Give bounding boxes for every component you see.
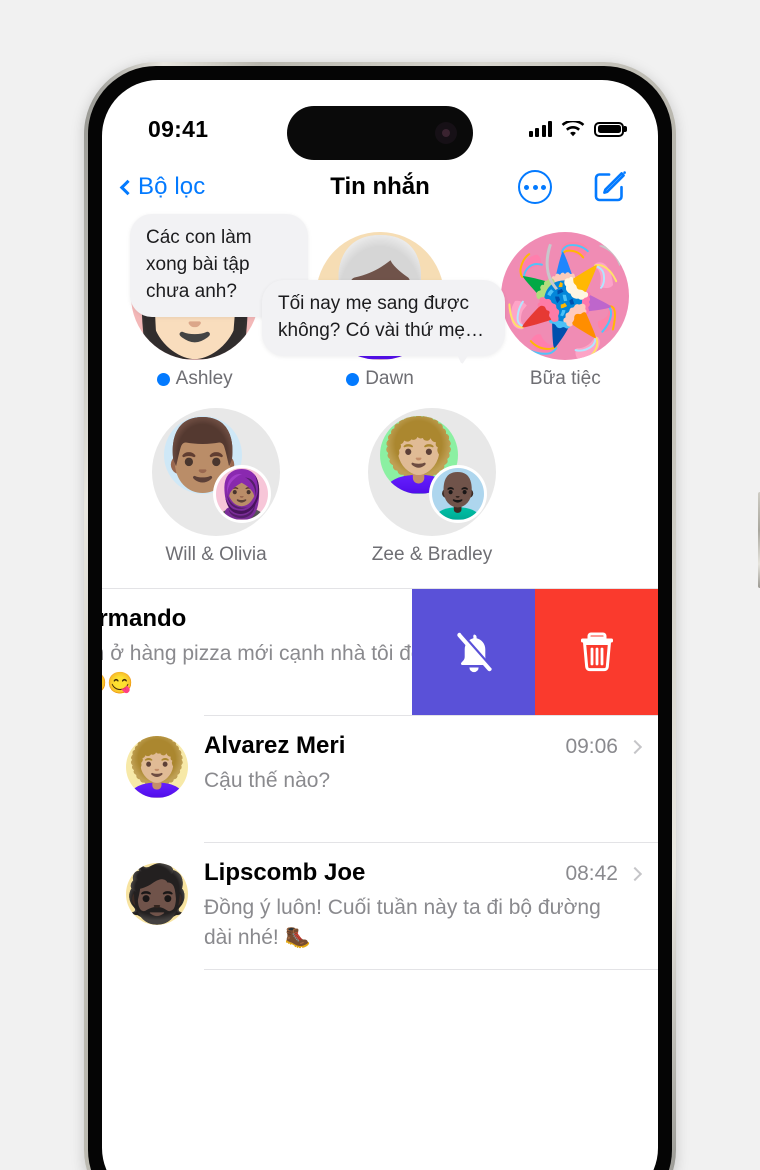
pinned-item-zee-bradley[interactable]: 👩🏼‍🦱 👨🏿‍🦲 Zee & Bradley — [352, 408, 512, 566]
memoji-glyph: 👩🏼‍🦱 — [126, 736, 188, 798]
navigation-bar: Bộ lọc Tin nhắn — [102, 156, 658, 218]
pinned-item-label: Ashley — [175, 368, 233, 389]
group-avatar-secondary: 🧕🏽 — [216, 468, 268, 520]
pinned-item-label-wrap: Will & Olivia — [136, 544, 296, 566]
conversation-preview: Đồng ý luôn! Cuối tuần này ta đi bộ đườn… — [204, 896, 601, 949]
dynamic-island — [287, 106, 473, 160]
delete-button[interactable] — [535, 589, 658, 715]
avatar: 🪅 — [501, 232, 630, 360]
pinned-item-will-olivia[interactable]: 👨🏽 🧕🏽 Will & Olivia — [136, 408, 296, 566]
avatar: 👩🏼‍🦱 — [126, 736, 188, 798]
battery-full-icon — [594, 121, 624, 137]
memoji-glyph: 👨🏿‍🦲 — [432, 468, 484, 520]
wifi-icon — [561, 120, 585, 136]
status-bar: 09:41 — [102, 80, 658, 160]
conversation-meta: 08:42 — [565, 862, 643, 886]
conversation-name: Armando — [102, 605, 187, 632]
conversation-list: 🧑🏽 Armando 09:11 ăn ở — [102, 588, 658, 970]
compose-square-pencil-icon[interactable] — [590, 168, 628, 206]
pinned-row-2: 👨🏽 🧕🏽 Will & Olivia — [102, 408, 658, 566]
unread-dot — [156, 372, 170, 386]
conversation-header: Lipscomb Joe 08:42 — [204, 859, 643, 887]
back-button-filters[interactable]: Bộ lọc — [118, 173, 205, 201]
list-separator — [204, 969, 658, 970]
bell-slash-icon — [456, 632, 493, 673]
table-row[interactable]: 🧑🏽 Armando 09:11 ăn ở — [102, 589, 658, 715]
mute-button[interactable] — [412, 589, 535, 715]
pinned-item-label: Will & Olivia — [165, 544, 267, 565]
conversation-time: 09:06 — [565, 735, 618, 758]
conversation-name: Alvarez Meri — [204, 732, 346, 759]
swipe-actions — [412, 589, 658, 715]
phone-screen: 09:41 Bộ lọc Tin nhắn Ashley Dawn 🪅 Bữa … — [102, 80, 658, 1170]
conversation-name: Lipscomb Joe — [204, 859, 366, 886]
table-row[interactable]: 👩🏼‍🦱 Alvarez Meri 09:06 Cậu thế nào? — [102, 716, 658, 842]
pinned-conversations: 👩🏻 Ashley 👩🏿‍🦳 — [102, 214, 658, 572]
pinned-item-label-wrap: Bữa tiệc — [485, 368, 645, 390]
memoji-glyph: 🧕🏽 — [216, 468, 268, 520]
conversation-time: 08:42 — [565, 862, 618, 885]
preview-bubble-dawn: Tối nay mẹ sang được không? Có vài thứ m… — [262, 280, 505, 356]
pinned-row-1: 👩🏻 Ashley 👩🏿‍🦳 — [102, 214, 658, 390]
status-indicators — [528, 120, 624, 138]
avatar: 🧔🏿 — [126, 863, 188, 925]
screenshot-stage: 09:41 Bộ lọc Tin nhắn Ashley Dawn 🪅 Bữa … — [0, 0, 760, 1170]
group-avatar: 👩🏼‍🦱 👨🏿‍🦲 — [368, 408, 496, 536]
pinned-item-label: Dawn — [365, 368, 414, 389]
conversation-meta: 09:06 — [565, 735, 643, 759]
phone-bezel: 09:41 Bộ lọc Tin nhắn Ashley Dawn 🪅 Bữa … — [88, 66, 672, 1170]
pinned-item-label-wrap: Zee & Bradley — [352, 544, 512, 566]
pinned-item-label: Zee & Bradley — [371, 544, 493, 565]
group-avatar-secondary: 👨🏿‍🦲 — [432, 468, 484, 520]
conversation-header: Alvarez Meri 09:06 — [204, 732, 643, 760]
pinned-item-label: Bữa tiệc — [529, 368, 601, 389]
status-time: 09:41 — [148, 115, 209, 142]
chevron-right-icon — [627, 866, 643, 882]
pinned-item-label-wrap: Dawn — [300, 368, 460, 390]
phone-frame: 09:41 Bộ lọc Tin nhắn Ashley Dawn 🪅 Bữa … — [84, 62, 760, 1170]
front-camera-icon — [435, 122, 457, 144]
ellipsis-circle-icon[interactable] — [518, 170, 552, 204]
back-button-label: Bộ lọc — [138, 173, 206, 200]
chevron-left-icon — [119, 179, 136, 195]
conversation-body: Alvarez Meri 09:06 Cậu thế nào? — [204, 732, 643, 796]
unread-dot — [346, 372, 360, 386]
trash-icon — [580, 632, 613, 672]
conversation-preview: Cậu thế nào? — [204, 769, 331, 792]
group-avatar: 👨🏽 🧕🏽 — [152, 408, 280, 536]
memoji-glyph: 🧔🏿 — [126, 863, 188, 925]
conversation-body: Lipscomb Joe 08:42 Đồng ý luôn! Cuối tuầ… — [204, 859, 643, 953]
pinned-item-label-wrap: Ashley — [115, 368, 275, 390]
pinned-item-bua-tiec[interactable]: 🪅 Bữa tiệc — [485, 232, 645, 390]
chevron-right-icon — [627, 739, 643, 755]
pinata-icon: 🪅 — [501, 240, 630, 360]
table-row[interactable]: 🧔🏿 Lipscomb Joe 08:42 Đồng ý luôn! Cuối … — [102, 843, 658, 969]
signal-bars-icon — [528, 121, 552, 137]
nav-actions — [518, 168, 628, 206]
